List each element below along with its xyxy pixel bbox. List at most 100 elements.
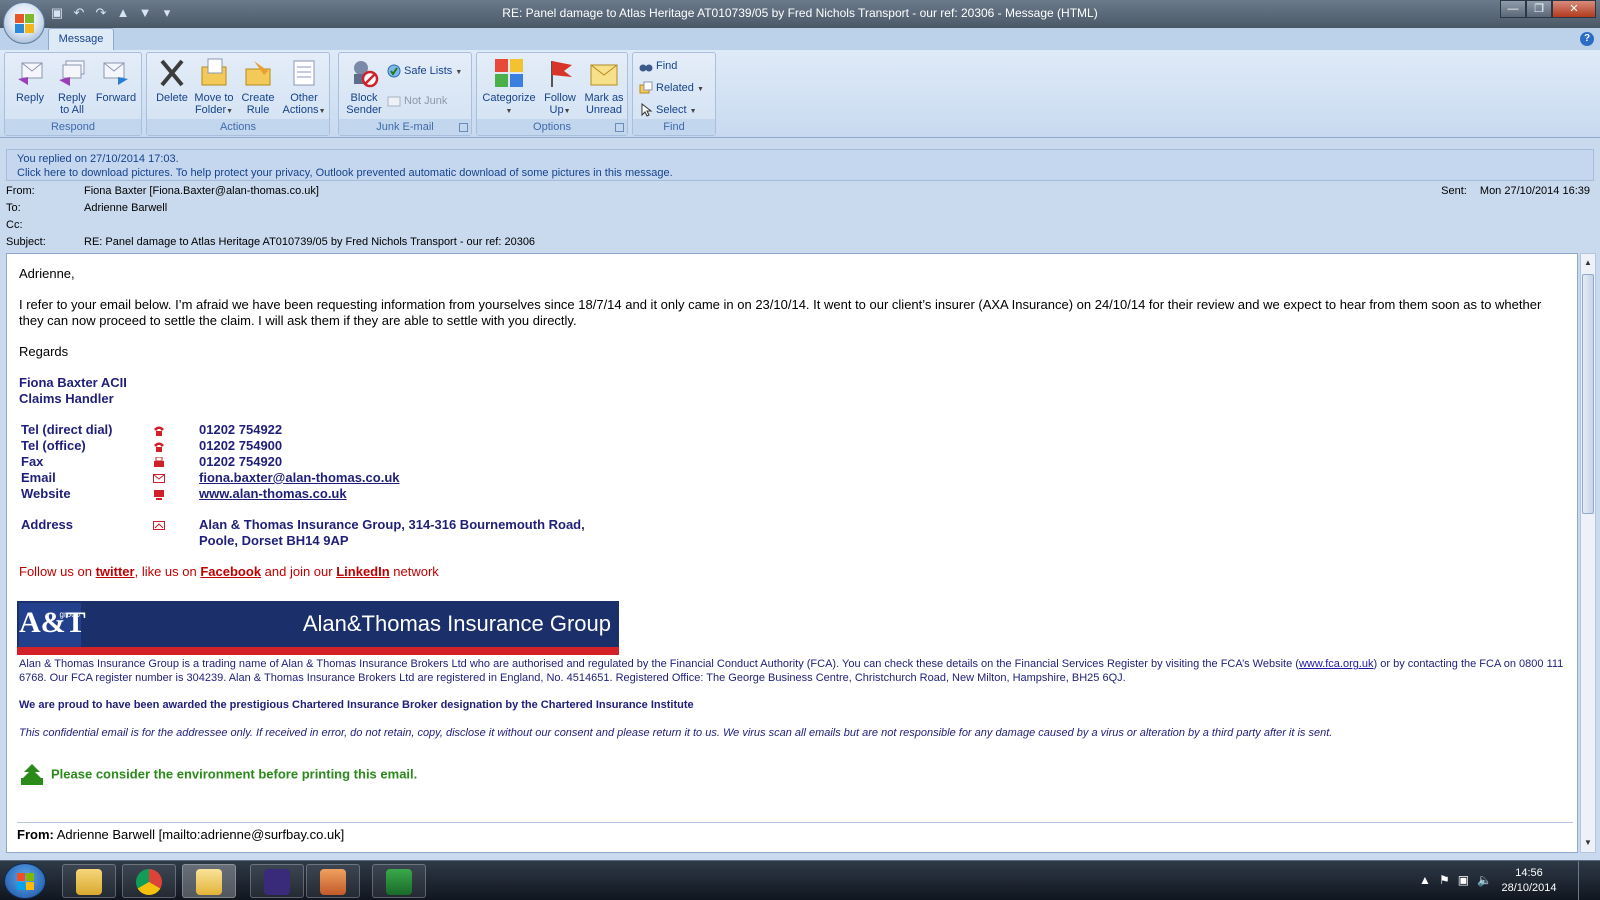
- taskbar-sage[interactable]: [372, 864, 426, 898]
- categorize-button[interactable]: Categorize ▼: [481, 57, 537, 118]
- scroll-thumb[interactable]: [1582, 274, 1594, 514]
- reply-all-icon: [56, 57, 88, 89]
- reply-button[interactable]: Reply: [7, 57, 53, 104]
- related-button[interactable]: Related ▼: [639, 78, 704, 98]
- find-button[interactable]: Find: [639, 56, 677, 76]
- website-link[interactable]: www.alan-thomas.co.uk: [199, 486, 347, 501]
- greeting: Adrienne,: [19, 266, 75, 281]
- contact-row-email: Email fiona.baxter@alan-thomas.co.uk: [21, 470, 400, 485]
- tree-printer-icon: [19, 764, 45, 786]
- mail-icon: [153, 472, 165, 483]
- safe-lists-button[interactable]: Safe Lists ▼: [387, 61, 462, 81]
- web-icon: [153, 488, 165, 500]
- help-icon[interactable]: ?: [1580, 32, 1594, 46]
- group-junk-email: Block Sender Safe Lists ▼ Not Junk Junk …: [338, 52, 472, 136]
- not-junk-icon: [387, 94, 401, 108]
- show-hidden-icons-icon[interactable]: ▲: [1419, 873, 1439, 887]
- subject-value: RE: Panel damage to Atlas Heritage AT010…: [84, 236, 536, 248]
- fca-link[interactable]: www.fca.org.uk: [1299, 658, 1374, 670]
- linkedin-link[interactable]: LinkedIn: [336, 564, 389, 579]
- forward-icon: [100, 57, 132, 89]
- company-logo: A&T group insurance: [19, 603, 86, 655]
- create-rule-button[interactable]: Create Rule: [235, 57, 281, 116]
- window-controls: — ❐ ✕: [1500, 0, 1596, 18]
- taskbar-contacts-app[interactable]: [306, 864, 360, 898]
- facebook-link[interactable]: Facebook: [200, 564, 261, 579]
- not-junk-button[interactable]: Not Junk: [387, 91, 447, 111]
- network-icon[interactable]: ▣: [1458, 873, 1477, 887]
- group-label-options: Options: [477, 119, 627, 135]
- person-icon: [320, 869, 346, 895]
- taskbar-calendar-app[interactable]: [250, 864, 304, 898]
- move-to-folder-button[interactable]: Move to Folder▼: [191, 57, 237, 118]
- other-actions-button[interactable]: Other Actions▼: [281, 57, 327, 118]
- binoculars-icon: [639, 59, 653, 73]
- action-center-flag-icon[interactable]: ⚑: [1439, 873, 1458, 887]
- legal-notice: Alan & Thomas Insurance Group is a tradi…: [19, 658, 1564, 684]
- forward-button[interactable]: Forward: [93, 57, 139, 104]
- cc-row: Cc:: [6, 217, 1206, 234]
- group-respond: Reply Reply to All Forward Respond: [4, 52, 142, 136]
- taskbar-chrome[interactable]: [122, 864, 176, 898]
- reply-all-button[interactable]: Reply to All: [49, 57, 95, 116]
- sent-label: Sent:: [1441, 185, 1467, 197]
- show-desktop-button[interactable]: [1578, 861, 1592, 900]
- taskbar-outlook[interactable]: [182, 864, 236, 898]
- outlook-icon: [196, 869, 222, 895]
- sage-icon: [386, 869, 412, 895]
- title-bar: ▣ ↶ ↷ ▲ ▼ ▾ RE: Panel damage to Atlas He…: [0, 0, 1600, 28]
- cc-label: Cc:: [6, 219, 23, 231]
- contact-row-website: Website www.alan-thomas.co.uk: [21, 486, 347, 501]
- company-banner: A&T group insurance Alan&Thomas Insuranc…: [17, 601, 619, 655]
- start-button[interactable]: [4, 863, 46, 899]
- previous-message-from: From: Adrienne Barwell [mailto:adrienne@…: [17, 822, 1573, 842]
- vertical-scrollbar[interactable]: ▲ ▼: [1580, 253, 1596, 853]
- info-bar[interactable]: You replied on 27/10/2014 17:03. Click h…: [6, 149, 1594, 181]
- download-pictures-notice[interactable]: Click here to download pictures. To help…: [17, 166, 1583, 180]
- group-actions: Delete Move to Folder▼ Create Rule Other…: [146, 52, 330, 136]
- scroll-up-arrow-icon[interactable]: ▲: [1581, 256, 1595, 270]
- select-button[interactable]: Select ▼: [639, 100, 697, 120]
- delete-icon: [156, 57, 188, 89]
- company-logo-group: group: [59, 610, 80, 619]
- ribbon: Reply Reply to All Forward Respond Delet…: [0, 50, 1600, 138]
- scroll-down-arrow-icon[interactable]: ▼: [1581, 836, 1595, 850]
- sent-value: Mon 27/10/2014 16:39: [1479, 185, 1590, 197]
- email-link[interactable]: fiona.baxter@alan-thomas.co.uk: [199, 470, 400, 485]
- other-actions-icon: [288, 57, 320, 89]
- delete-button[interactable]: Delete: [149, 57, 195, 104]
- group-find: Find Related ▼ Select ▼ Find: [632, 52, 716, 136]
- block-sender-button[interactable]: Block Sender: [341, 57, 387, 116]
- tray-icons[interactable]: ▲⚑▣🔈: [1419, 873, 1500, 887]
- restore-button[interactable]: ❐: [1526, 0, 1552, 18]
- tab-message[interactable]: Message: [48, 28, 114, 50]
- subject-label: Subject:: [6, 236, 46, 248]
- follow-up-flag-icon: [544, 57, 576, 89]
- move-to-folder-icon: [198, 57, 230, 89]
- chrome-icon: [136, 869, 162, 895]
- reply-icon: [14, 57, 46, 89]
- group-label-find: Find: [633, 119, 715, 135]
- follow-up-button[interactable]: Follow Up▼: [537, 57, 583, 118]
- options-dialog-launcher-icon[interactable]: [615, 123, 624, 132]
- clock[interactable]: 14:56 28/10/2014: [1494, 866, 1564, 896]
- create-rule-icon: [242, 57, 274, 89]
- regards: Regards: [19, 344, 69, 359]
- to-value[interactable]: Adrienne Barwell: [84, 200, 167, 217]
- phone-icon: [153, 440, 165, 452]
- message-body[interactable]: Adrienne, I refer to your email below. I…: [6, 253, 1578, 853]
- from-row: From: Fiona Baxter [Fiona.Baxter@alan-th…: [6, 183, 1206, 200]
- group-options: Categorize ▼ Follow Up▼ Mark as Unread Op…: [476, 52, 628, 136]
- taskbar-explorer[interactable]: [62, 864, 116, 898]
- contact-row-fax: Fax 01202 754920: [21, 454, 283, 469]
- from-value[interactable]: Fiona Baxter [Fiona.Baxter@alan-thomas.c…: [84, 183, 319, 200]
- block-sender-icon: [348, 57, 380, 89]
- minimize-button[interactable]: —: [1500, 0, 1526, 18]
- twitter-link[interactable]: twitter: [96, 564, 135, 579]
- close-button[interactable]: ✕: [1552, 0, 1596, 18]
- cursor-icon: [639, 103, 653, 117]
- taskbar: ▲⚑▣🔈 14:56 28/10/2014: [0, 860, 1600, 900]
- office-button[interactable]: [3, 2, 45, 44]
- mark-as-unread-button[interactable]: Mark as Unread: [581, 57, 627, 116]
- junk-dialog-launcher-icon[interactable]: [459, 123, 468, 132]
